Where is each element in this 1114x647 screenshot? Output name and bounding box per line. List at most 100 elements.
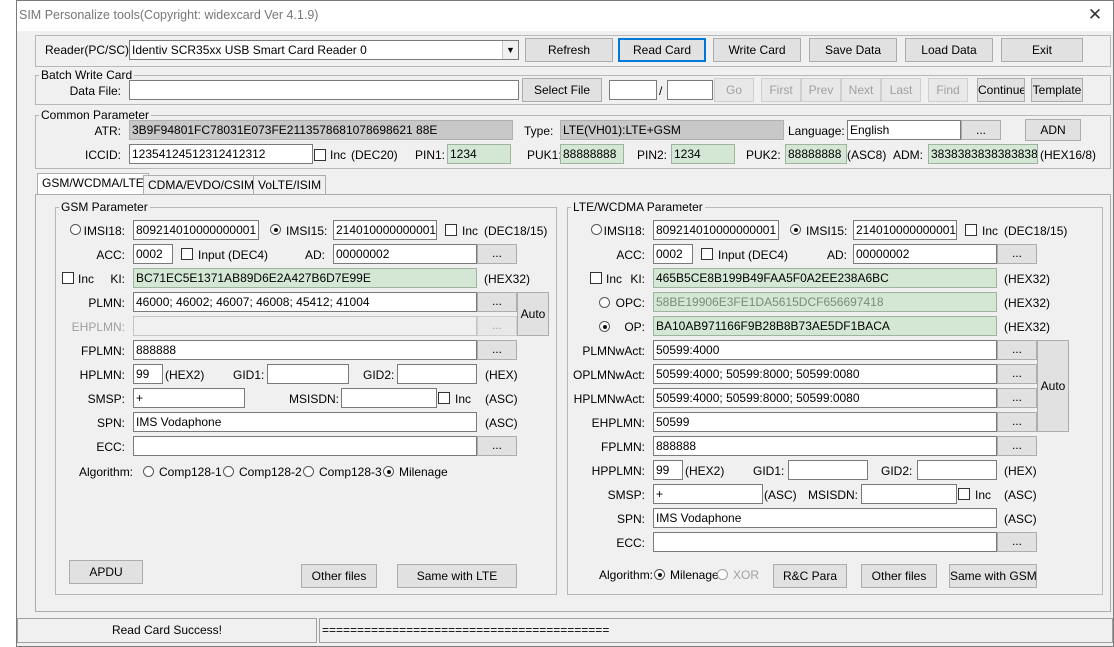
gsm-ehplmn-button[interactable]: ... [477, 316, 517, 336]
batch-end-input[interactable] [667, 80, 713, 100]
same-with-gsm-button[interactable]: Same with GSM [949, 564, 1037, 588]
puk1-field[interactable]: 88888888 [560, 144, 624, 164]
lte-ad-field[interactable]: 00000002 [853, 244, 997, 264]
lte-oplmnwact-button[interactable]: ... [997, 364, 1037, 384]
lte-ecc-button[interactable]: ... [997, 532, 1037, 552]
lte-xor-radio[interactable] [717, 569, 728, 580]
rc-para-button[interactable]: R&C Para [773, 564, 847, 588]
lte-ecc-field[interactable] [653, 532, 997, 552]
gsm-gid1-field[interactable] [267, 364, 349, 384]
pin1-field[interactable]: 1234 [447, 144, 511, 164]
lte-ehplmn-field[interactable]: 50599 [653, 412, 997, 432]
iccid-inc-checkbox[interactable] [314, 149, 326, 161]
gsm-other-files-button[interactable]: Other files [301, 564, 377, 588]
same-with-lte-button[interactable]: Same with LTE [397, 564, 517, 588]
pin2-field[interactable]: 1234 [671, 144, 735, 164]
close-icon[interactable]: ✕ [1083, 5, 1107, 27]
gsm-ad-field[interactable]: 00000002 [333, 244, 477, 264]
language-button[interactable]: ... [961, 120, 1001, 140]
gsm-ecc-field[interactable] [133, 436, 477, 456]
gsm-smsp-field[interactable]: + [133, 388, 245, 408]
lte-ki-field[interactable]: 465B5CE8B199B49FAA5F0A2EE238A6BC [653, 268, 997, 288]
lte-input-dec4-checkbox[interactable] [701, 248, 713, 260]
find-button[interactable]: Find [928, 78, 968, 102]
lte-ki-inc-checkbox[interactable] [590, 272, 602, 284]
gsm-ehplmn-field[interactable] [133, 316, 477, 336]
lte-hpplmn-field[interactable]: 99 [653, 460, 683, 480]
lte-ehplmn-button[interactable]: ... [997, 412, 1037, 432]
lte-milenage-radio[interactable] [654, 569, 665, 580]
lte-msisdn-inc-checkbox[interactable] [958, 488, 970, 500]
adm-field[interactable]: 3838383838383838 [928, 144, 1038, 164]
lte-opc-field[interactable]: 58BE19906E3FE1DA5615DCF656697418 [653, 292, 997, 312]
lte-gid2-field[interactable] [917, 460, 997, 480]
last-button[interactable]: Last [881, 78, 921, 102]
puk2-field[interactable]: 88888888 [785, 144, 847, 164]
gsm-imsi15-field[interactable]: 214010000000001 [333, 220, 437, 240]
save-data-button[interactable]: Save Data [809, 38, 897, 62]
gsm-acc-field[interactable]: 0002 [133, 244, 173, 264]
gsm-imsi-inc-checkbox[interactable] [445, 224, 457, 236]
gsm-fplmn-field[interactable]: 888888 [133, 340, 477, 360]
prev-button[interactable]: Prev [801, 78, 841, 102]
lte-acc-field[interactable]: 0002 [653, 244, 693, 264]
lte-oplmnwact-field[interactable]: 50599:4000; 50599:8000; 50599:0080 [653, 364, 997, 384]
gsm-comp128-3-radio[interactable] [303, 466, 314, 477]
tab-cdma-evdo-csim[interactable]: CDMA/EVDO/CSIM [143, 175, 260, 195]
template-button[interactable]: Template [1031, 78, 1083, 102]
gsm-auto-button[interactable]: Auto [517, 292, 549, 336]
lte-imsi15-radio[interactable] [790, 224, 801, 235]
load-data-button[interactable]: Load Data [905, 38, 993, 62]
gsm-spn-field[interactable]: IMS Vodaphone [133, 412, 477, 432]
gsm-input-dec4-checkbox[interactable] [181, 248, 193, 260]
lte-plmnwact-button[interactable]: ... [997, 340, 1037, 360]
gsm-ad-button[interactable]: ... [477, 244, 517, 264]
gsm-plmn-field[interactable]: 46000; 46002; 46007; 46008; 45412; 41004 [133, 292, 477, 312]
lte-hplmnwact-field[interactable]: 50599:4000; 50599:8000; 50599:0080 [653, 388, 997, 408]
gsm-ki-field[interactable]: BC71EC5E1371AB89D6E2A427B6D7E99E [133, 268, 477, 288]
lte-auto-button[interactable]: Auto [1037, 340, 1069, 432]
gsm-fplmn-button[interactable]: ... [477, 340, 517, 360]
lte-op-field[interactable]: BA10AB971166F9B28B8B73AE5DF1BACA [653, 316, 997, 336]
gsm-ki-inc-checkbox[interactable] [62, 272, 74, 284]
lte-imsi15-field[interactable]: 214010000000001 [853, 220, 957, 240]
reader-select[interactable]: Identiv SCR35xx USB Smart Card Reader 0 … [129, 40, 519, 60]
continue-button[interactable]: Continue [977, 78, 1025, 102]
tab-volte-isim[interactable]: VoLTE/ISIM [253, 175, 327, 195]
language-field[interactable]: English [847, 120, 961, 140]
exit-button[interactable]: Exit [1001, 38, 1083, 62]
chevron-down-icon[interactable]: ▼ [502, 41, 518, 59]
gsm-comp128-2-radio[interactable] [223, 466, 234, 477]
read-card-button[interactable]: Read Card [618, 38, 706, 62]
lte-hplmnwact-button[interactable]: ... [997, 388, 1037, 408]
gsm-imsi18-field[interactable]: 809214010000000001 [133, 220, 259, 240]
first-button[interactable]: First [761, 78, 801, 102]
lte-other-files-button[interactable]: Other files [861, 564, 937, 588]
batch-start-input[interactable] [609, 80, 657, 100]
gsm-plmn-button[interactable]: ... [477, 292, 517, 312]
lte-fplmn-button[interactable]: ... [997, 436, 1037, 456]
select-file-button[interactable]: Select File [522, 78, 602, 102]
lte-fplmn-field[interactable]: 888888 [653, 436, 997, 456]
lte-ad-button[interactable]: ... [997, 244, 1037, 264]
gsm-milenage-radio[interactable] [383, 466, 394, 477]
gsm-msisdn-inc-checkbox[interactable] [438, 392, 450, 404]
lte-imsi18-field[interactable]: 809214010000000001 [653, 220, 779, 240]
apdu-button[interactable]: APDU [69, 560, 143, 584]
lte-imsi-inc-checkbox[interactable] [965, 224, 977, 236]
gsm-comp128-1-radio[interactable] [143, 466, 154, 477]
refresh-button[interactable]: Refresh [525, 38, 613, 62]
go-button[interactable]: Go [714, 78, 754, 102]
lte-plmnwact-field[interactable]: 50599:4000 [653, 340, 997, 360]
data-file-input[interactable] [129, 80, 519, 100]
gsm-ecc-button[interactable]: ... [477, 436, 517, 456]
lte-spn-field[interactable]: IMS Vodaphone [653, 508, 997, 528]
write-card-button[interactable]: Write Card [713, 38, 801, 62]
lte-gid1-field[interactable] [788, 460, 868, 480]
gsm-gid2-field[interactable] [397, 364, 477, 384]
gsm-hplmn-field[interactable]: 99 [133, 364, 163, 384]
gsm-imsi15-radio[interactable] [270, 224, 281, 235]
lte-msisdn-field[interactable] [861, 484, 957, 504]
adn-button[interactable]: ADN [1025, 119, 1081, 141]
iccid-field[interactable]: 12354124512312412312 [129, 144, 313, 164]
